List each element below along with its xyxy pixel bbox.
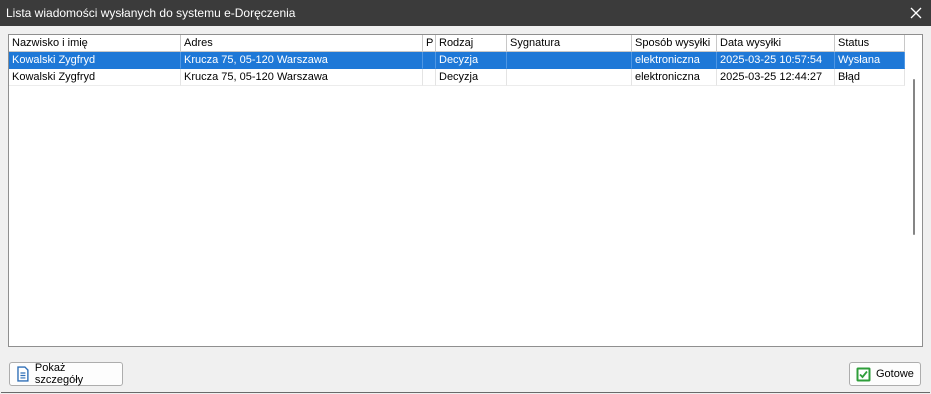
title-bar: Lista wiadomości wysłanych do systemu e-… <box>0 0 931 26</box>
done-button[interactable]: Gotowe <box>849 362 921 386</box>
table-header: Nazwisko i imię Adres P Rodzaj Sygnatura… <box>9 35 905 52</box>
column-header-status[interactable]: Status <box>835 35 905 52</box>
cell-status: Wysłana <box>835 52 905 69</box>
cell-address: Krucza 75, 05-120 Warszawa <box>181 69 423 86</box>
close-icon <box>910 7 922 19</box>
cell-name: Kowalski Zygfryd <box>9 52 181 69</box>
cell-signature <box>507 69 632 86</box>
cell-send-date: 2025-03-25 10:57:54 <box>717 52 835 69</box>
table-row[interactable]: Kowalski Zygfryd Krucza 75, 05-120 Warsz… <box>9 69 905 86</box>
cell-p <box>423 52 436 69</box>
close-button[interactable] <box>901 0 931 26</box>
column-header-type[interactable]: Rodzaj <box>436 35 507 52</box>
cell-p <box>423 69 436 86</box>
cell-address: Krucza 75, 05-120 Warszawa <box>181 52 423 69</box>
column-header-send-date[interactable]: Data wysyłki <box>717 35 835 52</box>
column-header-delivery-method[interactable]: Sposób wysyłki <box>632 35 717 52</box>
column-header-p[interactable]: P <box>423 35 436 52</box>
cell-name: Kowalski Zygfryd <box>9 69 181 86</box>
show-details-button[interactable]: Pokaż szczegóły <box>9 362 123 386</box>
column-header-signature[interactable]: Sygnatura <box>507 35 632 52</box>
cell-send-date: 2025-03-25 12:44:27 <box>717 69 835 86</box>
done-label: Gotowe <box>876 368 914 380</box>
table-row[interactable]: Kowalski Zygfryd Krucza 75, 05-120 Warsz… <box>9 52 905 69</box>
column-header-name[interactable]: Nazwisko i imię <box>9 35 181 52</box>
cell-status: Błąd <box>835 69 905 86</box>
messages-table[interactable]: Nazwisko i imię Adres P Rodzaj Sygnatura… <box>8 34 923 347</box>
cell-delivery-method: elektroniczna <box>632 52 717 69</box>
document-icon <box>17 366 29 382</box>
vertical-scrollbar[interactable] <box>906 35 922 346</box>
show-details-label: Pokaż szczegóły <box>34 362 84 386</box>
dialog-body: Nazwisko i imię Adres P Rodzaj Sygnatura… <box>1 26 930 393</box>
cell-signature <box>507 52 632 69</box>
window-title: Lista wiadomości wysłanych do systemu e-… <box>6 6 296 20</box>
cell-delivery-method: elektroniczna <box>632 69 717 86</box>
cell-type: Decyzja <box>436 52 507 69</box>
scrollbar-thumb[interactable] <box>913 79 915 235</box>
cell-type: Decyzja <box>436 69 507 86</box>
column-header-address[interactable]: Adres <box>181 35 423 52</box>
checkbox-check-icon <box>856 367 871 381</box>
